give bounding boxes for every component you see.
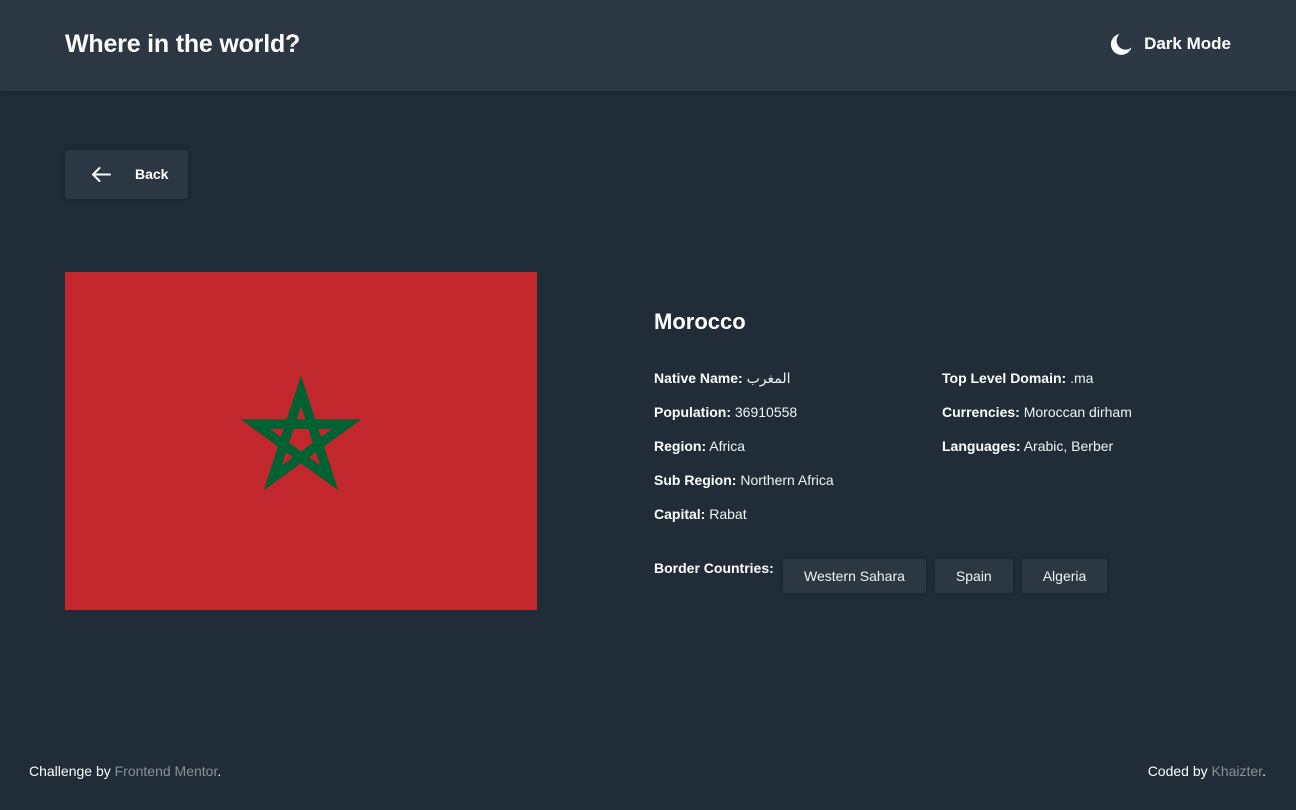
dark-mode-toggle[interactable]: Dark Mode <box>1110 32 1231 56</box>
border-countries: Border Countries: Western Sahara Spain A… <box>654 559 1116 593</box>
detail-value: Northern Africa <box>740 472 834 488</box>
details-left-column: Native Name: المغرب Population: 36910558… <box>654 369 834 539</box>
detail-population: Population: 36910558 <box>654 403 834 437</box>
detail-label: Capital: <box>654 506 706 522</box>
border-country-button[interactable]: Algeria <box>1021 559 1108 593</box>
dark-mode-label: Dark Mode <box>1144 34 1231 53</box>
detail-label: Top Level Domain: <box>942 370 1067 386</box>
page: Where in the world? Dark Mode Back Moroc… <box>0 0 1296 810</box>
detail-region: Region: Africa <box>654 437 834 471</box>
country-name: Morocco <box>654 309 746 334</box>
flag-field <box>65 272 537 610</box>
border-country-button[interactable]: Spain <box>934 559 1013 593</box>
detail-value: .ma <box>1070 370 1094 386</box>
detail-top-level-domain: Top Level Domain: .ma <box>942 369 1132 403</box>
app-title: Where in the world? <box>65 30 301 58</box>
flag-image <box>65 272 537 610</box>
detail-label: Sub Region: <box>654 472 737 488</box>
header: Where in the world? Dark Mode <box>0 0 1296 91</box>
detail-capital: Capital: Rabat <box>654 505 834 539</box>
detail-label: Native Name: <box>654 370 743 386</box>
detail-currencies: Currencies: Moroccan dirham <box>942 403 1132 437</box>
country-flag <box>65 272 537 610</box>
footer-text: . <box>1262 763 1266 779</box>
details-right-column: Top Level Domain: .ma Currencies: Morocc… <box>942 369 1132 471</box>
footer-text: . <box>217 763 222 779</box>
footer-challenge-credit: Challenge by Frontend Mentor. <box>29 763 221 779</box>
author-link[interactable]: Khaizter <box>1212 763 1263 779</box>
footer-text: Coded by <box>1147 763 1212 779</box>
detail-value: 36910558 <box>734 404 798 420</box>
back-button[interactable]: Back <box>65 150 188 199</box>
frontend-mentor-link[interactable]: Frontend Mentor <box>115 763 218 779</box>
footer-text: Challenge by <box>29 763 115 779</box>
detail-value: المغرب <box>746 370 791 386</box>
detail-value: Arabic, Berber <box>1023 438 1114 454</box>
detail-value: Moroccan dirham <box>1023 404 1132 420</box>
moon-icon <box>1111 33 1132 55</box>
detail-sub-region: Sub Region: Northern Africa <box>654 471 834 505</box>
detail-label: Currencies: <box>942 404 1020 420</box>
detail-value: Rabat <box>709 506 747 522</box>
border-country-button[interactable]: Western Sahara <box>783 559 926 593</box>
arrow-left-icon <box>92 167 111 182</box>
detail-languages: Languages: Arabic, Berber <box>942 437 1132 471</box>
detail-label: Region: <box>654 438 707 454</box>
border-countries-label: Border Countries: <box>654 560 774 576</box>
detail-label: Population: <box>654 404 731 420</box>
detail-native-name: Native Name: المغرب <box>654 369 834 403</box>
back-button-label: Back <box>135 166 169 182</box>
detail-value: Africa <box>709 438 746 454</box>
footer-author-credit: Coded by Khaizter. <box>1148 763 1266 779</box>
detail-label: Languages: <box>942 438 1021 454</box>
